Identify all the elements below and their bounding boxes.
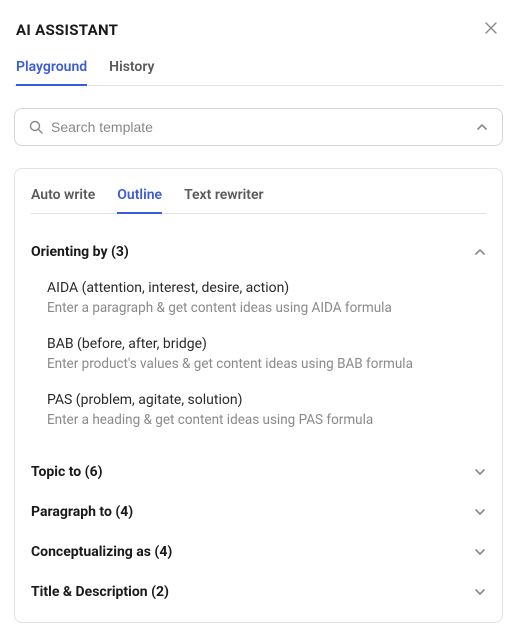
sub-tab-label: Auto write <box>31 187 95 203</box>
section-paragraph-to: Paragraph to (4) <box>31 492 486 532</box>
search-icon <box>29 120 43 134</box>
tab-label: History <box>109 59 154 75</box>
header: AI ASSISTANT <box>14 14 503 41</box>
chevron-down-icon <box>474 466 486 478</box>
item-title: AIDA (attention, interest, desire, actio… <box>47 280 486 296</box>
section-title: Paragraph to (4) <box>31 504 133 520</box>
sub-tab-label: Text rewriter <box>184 187 264 203</box>
item-desc: Enter product's values & get content ide… <box>47 356 486 372</box>
section-orienting-by: Orienting by (3) AIDA (attention, intere… <box>31 232 486 452</box>
search-box[interactable] <box>14 108 503 146</box>
item-title: BAB (before, after, bridge) <box>47 336 486 352</box>
tab-playground[interactable]: Playground <box>16 55 87 85</box>
item-title: PAS (problem, agitate, solution) <box>47 392 486 408</box>
section-title: Topic to (6) <box>31 464 103 480</box>
page-title: AI ASSISTANT <box>16 21 118 39</box>
section-items: AIDA (attention, interest, desire, actio… <box>31 272 486 452</box>
sub-tab-label: Outline <box>117 187 162 203</box>
tab-history[interactable]: History <box>109 55 154 85</box>
sub-tabs: Auto write Outline Text rewriter <box>31 183 486 214</box>
template-item-pas[interactable]: PAS (problem, agitate, solution) Enter a… <box>47 384 486 440</box>
section-title: Title & Description (2) <box>31 584 169 600</box>
section-header[interactable]: Topic to (6) <box>31 452 486 492</box>
close-button[interactable] <box>481 18 501 41</box>
section-title-description: Title & Description (2) <box>31 572 486 612</box>
section-header[interactable]: Orienting by (3) <box>31 232 486 272</box>
chevron-down-icon <box>474 586 486 598</box>
item-desc: Enter a heading & get content ideas usin… <box>47 412 486 428</box>
section-header[interactable]: Conceptualizing as (4) <box>31 532 486 572</box>
tab-label: Playground <box>16 59 87 75</box>
chevron-down-icon <box>474 546 486 558</box>
template-item-bab[interactable]: BAB (before, after, bridge) Enter produc… <box>47 328 486 384</box>
chevron-up-icon <box>474 246 486 258</box>
sub-tab-outline[interactable]: Outline <box>117 183 162 213</box>
template-panel: Auto write Outline Text rewriter Orienti… <box>14 168 503 623</box>
chevron-down-icon <box>474 506 486 518</box>
item-desc: Enter a paragraph & get content ideas us… <box>47 300 486 316</box>
template-item-aida[interactable]: AIDA (attention, interest, desire, actio… <box>47 272 486 328</box>
sub-tab-text-rewriter[interactable]: Text rewriter <box>184 183 264 213</box>
nav-tabs: Playground History <box>14 55 503 86</box>
section-header[interactable]: Title & Description (2) <box>31 572 486 612</box>
section-title: Conceptualizing as (4) <box>31 544 172 560</box>
section-topic-to: Topic to (6) <box>31 452 486 492</box>
section-title: Orienting by (3) <box>31 244 129 260</box>
close-icon <box>485 22 497 38</box>
section-header[interactable]: Paragraph to (4) <box>31 492 486 532</box>
search-input[interactable] <box>51 119 468 135</box>
chevron-up-icon[interactable] <box>476 121 488 133</box>
section-conceptualizing-as: Conceptualizing as (4) <box>31 532 486 572</box>
sub-tab-auto-write[interactable]: Auto write <box>31 183 95 213</box>
